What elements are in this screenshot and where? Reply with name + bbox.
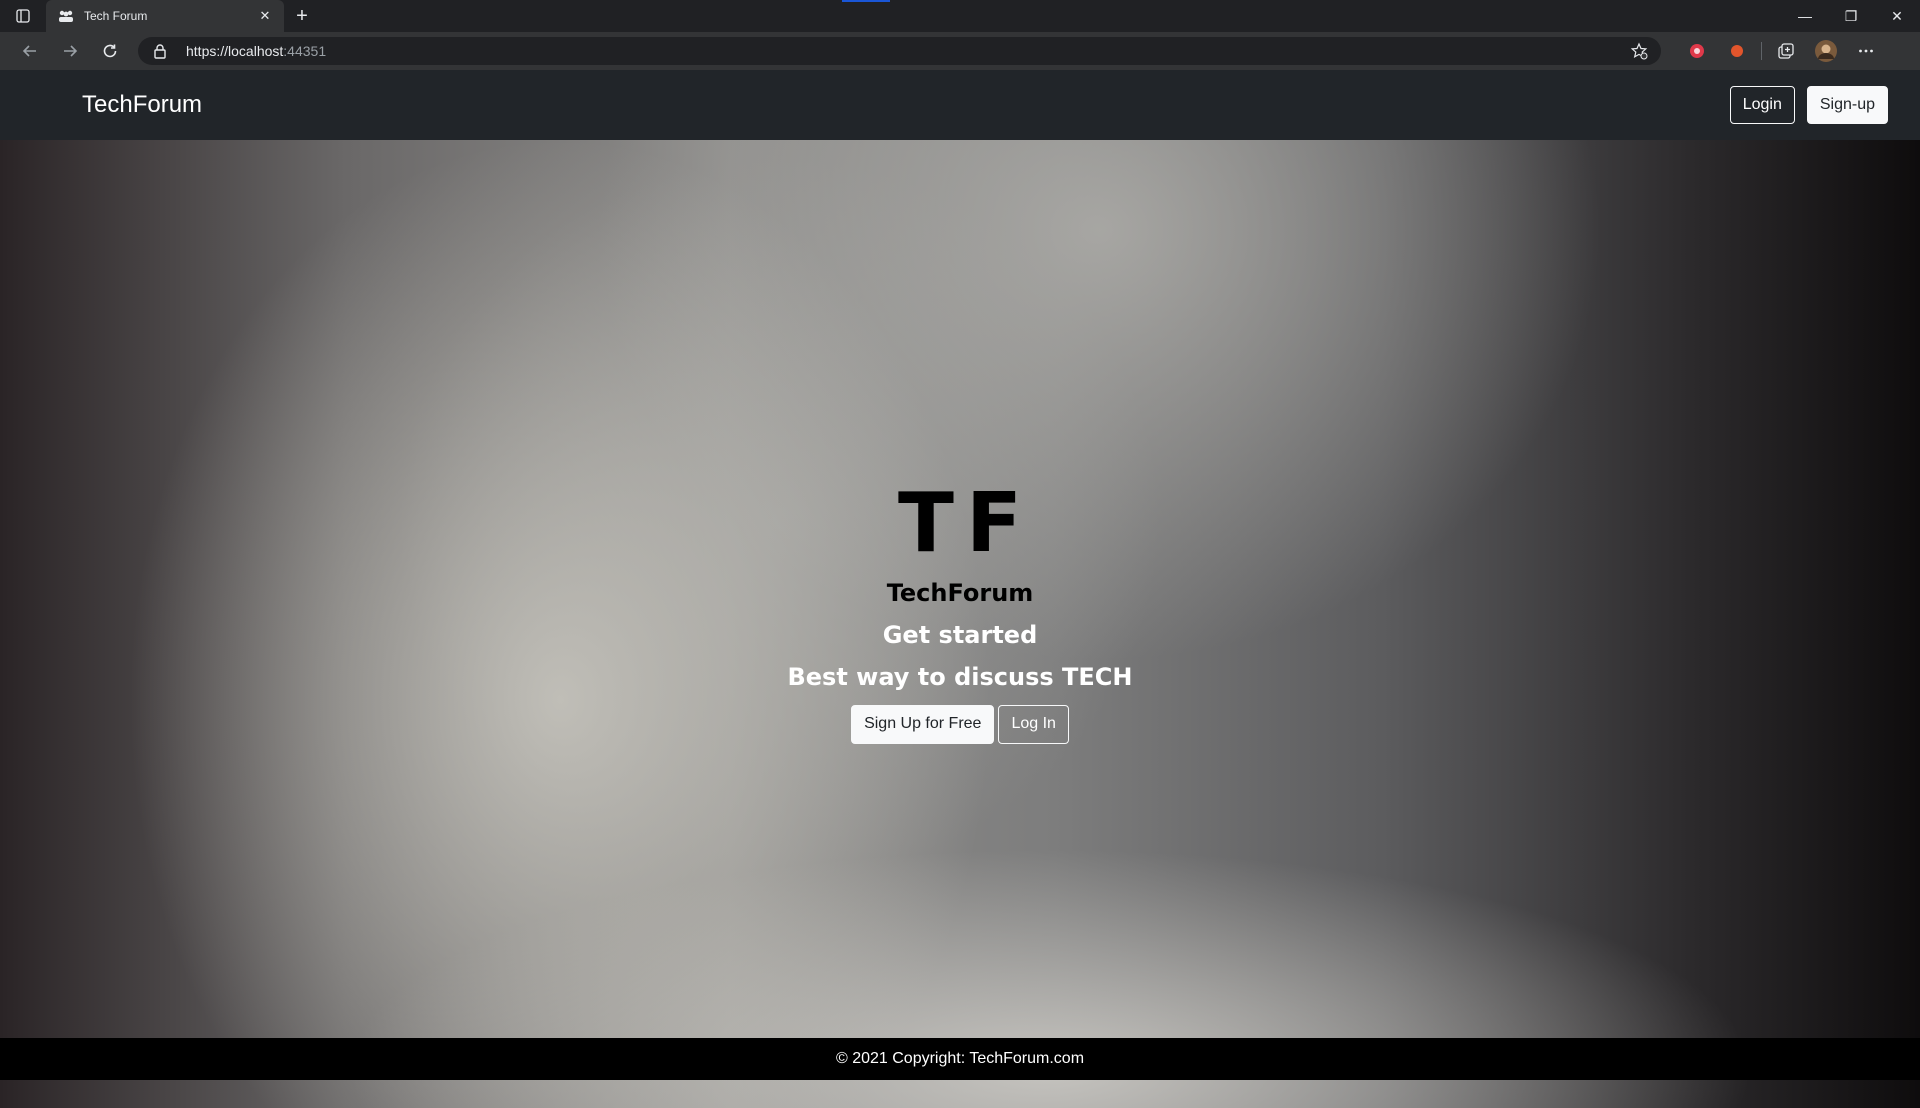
- site-footer: © 2021 Copyright: TechForum.com: [0, 1038, 1920, 1080]
- url-port: :44351: [283, 43, 327, 59]
- back-button[interactable]: [10, 35, 50, 67]
- tab-actions-icon: [16, 9, 30, 23]
- restore-button[interactable]: ❐: [1828, 0, 1874, 32]
- forward-button[interactable]: [50, 35, 90, 67]
- arrow-right-icon: [64, 45, 78, 57]
- address-bar[interactable]: https://localhost :44351: [138, 37, 1661, 65]
- minimize-button[interactable]: —: [1782, 0, 1828, 32]
- forum-people-icon: [58, 8, 74, 24]
- signup-free-button[interactable]: Sign Up for Free: [851, 704, 995, 744]
- hero-login-button[interactable]: Log In: [998, 704, 1069, 744]
- extension-red-icon: [1690, 44, 1704, 58]
- navbar-brand[interactable]: TechForum: [82, 91, 202, 119]
- extensions-area: [1677, 35, 1886, 67]
- navbar-login-button[interactable]: Login: [1729, 86, 1795, 124]
- hero-content: TF TechForum Get started Best way to dis…: [0, 140, 1920, 1108]
- navbar-actions: Login Sign-up: [1729, 86, 1888, 124]
- extension-orange-icon: [1731, 45, 1743, 57]
- browser-tab-strip: Tech Forum ✕ + — ❐ ✕: [0, 0, 1920, 32]
- web-page: TechForum Login Sign-up TF TechForum Get…: [0, 70, 1920, 1108]
- lock-icon[interactable]: [152, 43, 168, 59]
- reload-button[interactable]: [90, 35, 130, 67]
- tab-actions-button[interactable]: [0, 0, 46, 32]
- arrow-left-icon: [22, 45, 36, 57]
- collections-icon: [1778, 43, 1794, 59]
- profile-button[interactable]: [1806, 35, 1846, 67]
- new-tab-button[interactable]: +: [284, 0, 320, 32]
- hero-tagline: Best way to discuss TECH: [787, 662, 1133, 691]
- hero-section: TF TechForum Get started Best way to dis…: [0, 140, 1920, 1108]
- extension-red-button[interactable]: [1677, 35, 1717, 67]
- close-tab-icon[interactable]: ✕: [256, 7, 274, 25]
- footer-copyright: © 2021 Copyright: TechForum.com: [835, 1050, 1085, 1067]
- site-logo: TF: [898, 475, 1034, 571]
- avatar: [1815, 40, 1837, 62]
- add-favorite-icon[interactable]: [1629, 41, 1649, 61]
- toolbar-divider: [1761, 42, 1762, 60]
- window-controls: — ❐ ✕: [1782, 0, 1920, 32]
- hero-site-name: TechForum: [886, 578, 1034, 607]
- extension-orange-button[interactable]: [1717, 35, 1757, 67]
- site-navbar: TechForum Login Sign-up: [0, 70, 1920, 140]
- more-menu-button[interactable]: [1846, 35, 1886, 67]
- hero-actions: Sign Up for Free Log In: [851, 704, 1069, 744]
- hero-lead: Get started: [882, 620, 1038, 649]
- close-window-button[interactable]: ✕: [1874, 0, 1920, 32]
- collections-button[interactable]: [1766, 35, 1806, 67]
- browser-tab-active[interactable]: Tech Forum ✕: [46, 0, 284, 32]
- navbar-signup-button[interactable]: Sign-up: [1806, 86, 1888, 124]
- browser-toolbar: https://localhost :44351: [0, 32, 1920, 70]
- url-host: https://localhost: [186, 43, 284, 59]
- tab-title: Tech Forum: [84, 9, 148, 23]
- reload-icon: [103, 44, 117, 58]
- loading-accent-bar: [842, 0, 890, 2]
- more-horizontal-icon: [1859, 49, 1873, 53]
